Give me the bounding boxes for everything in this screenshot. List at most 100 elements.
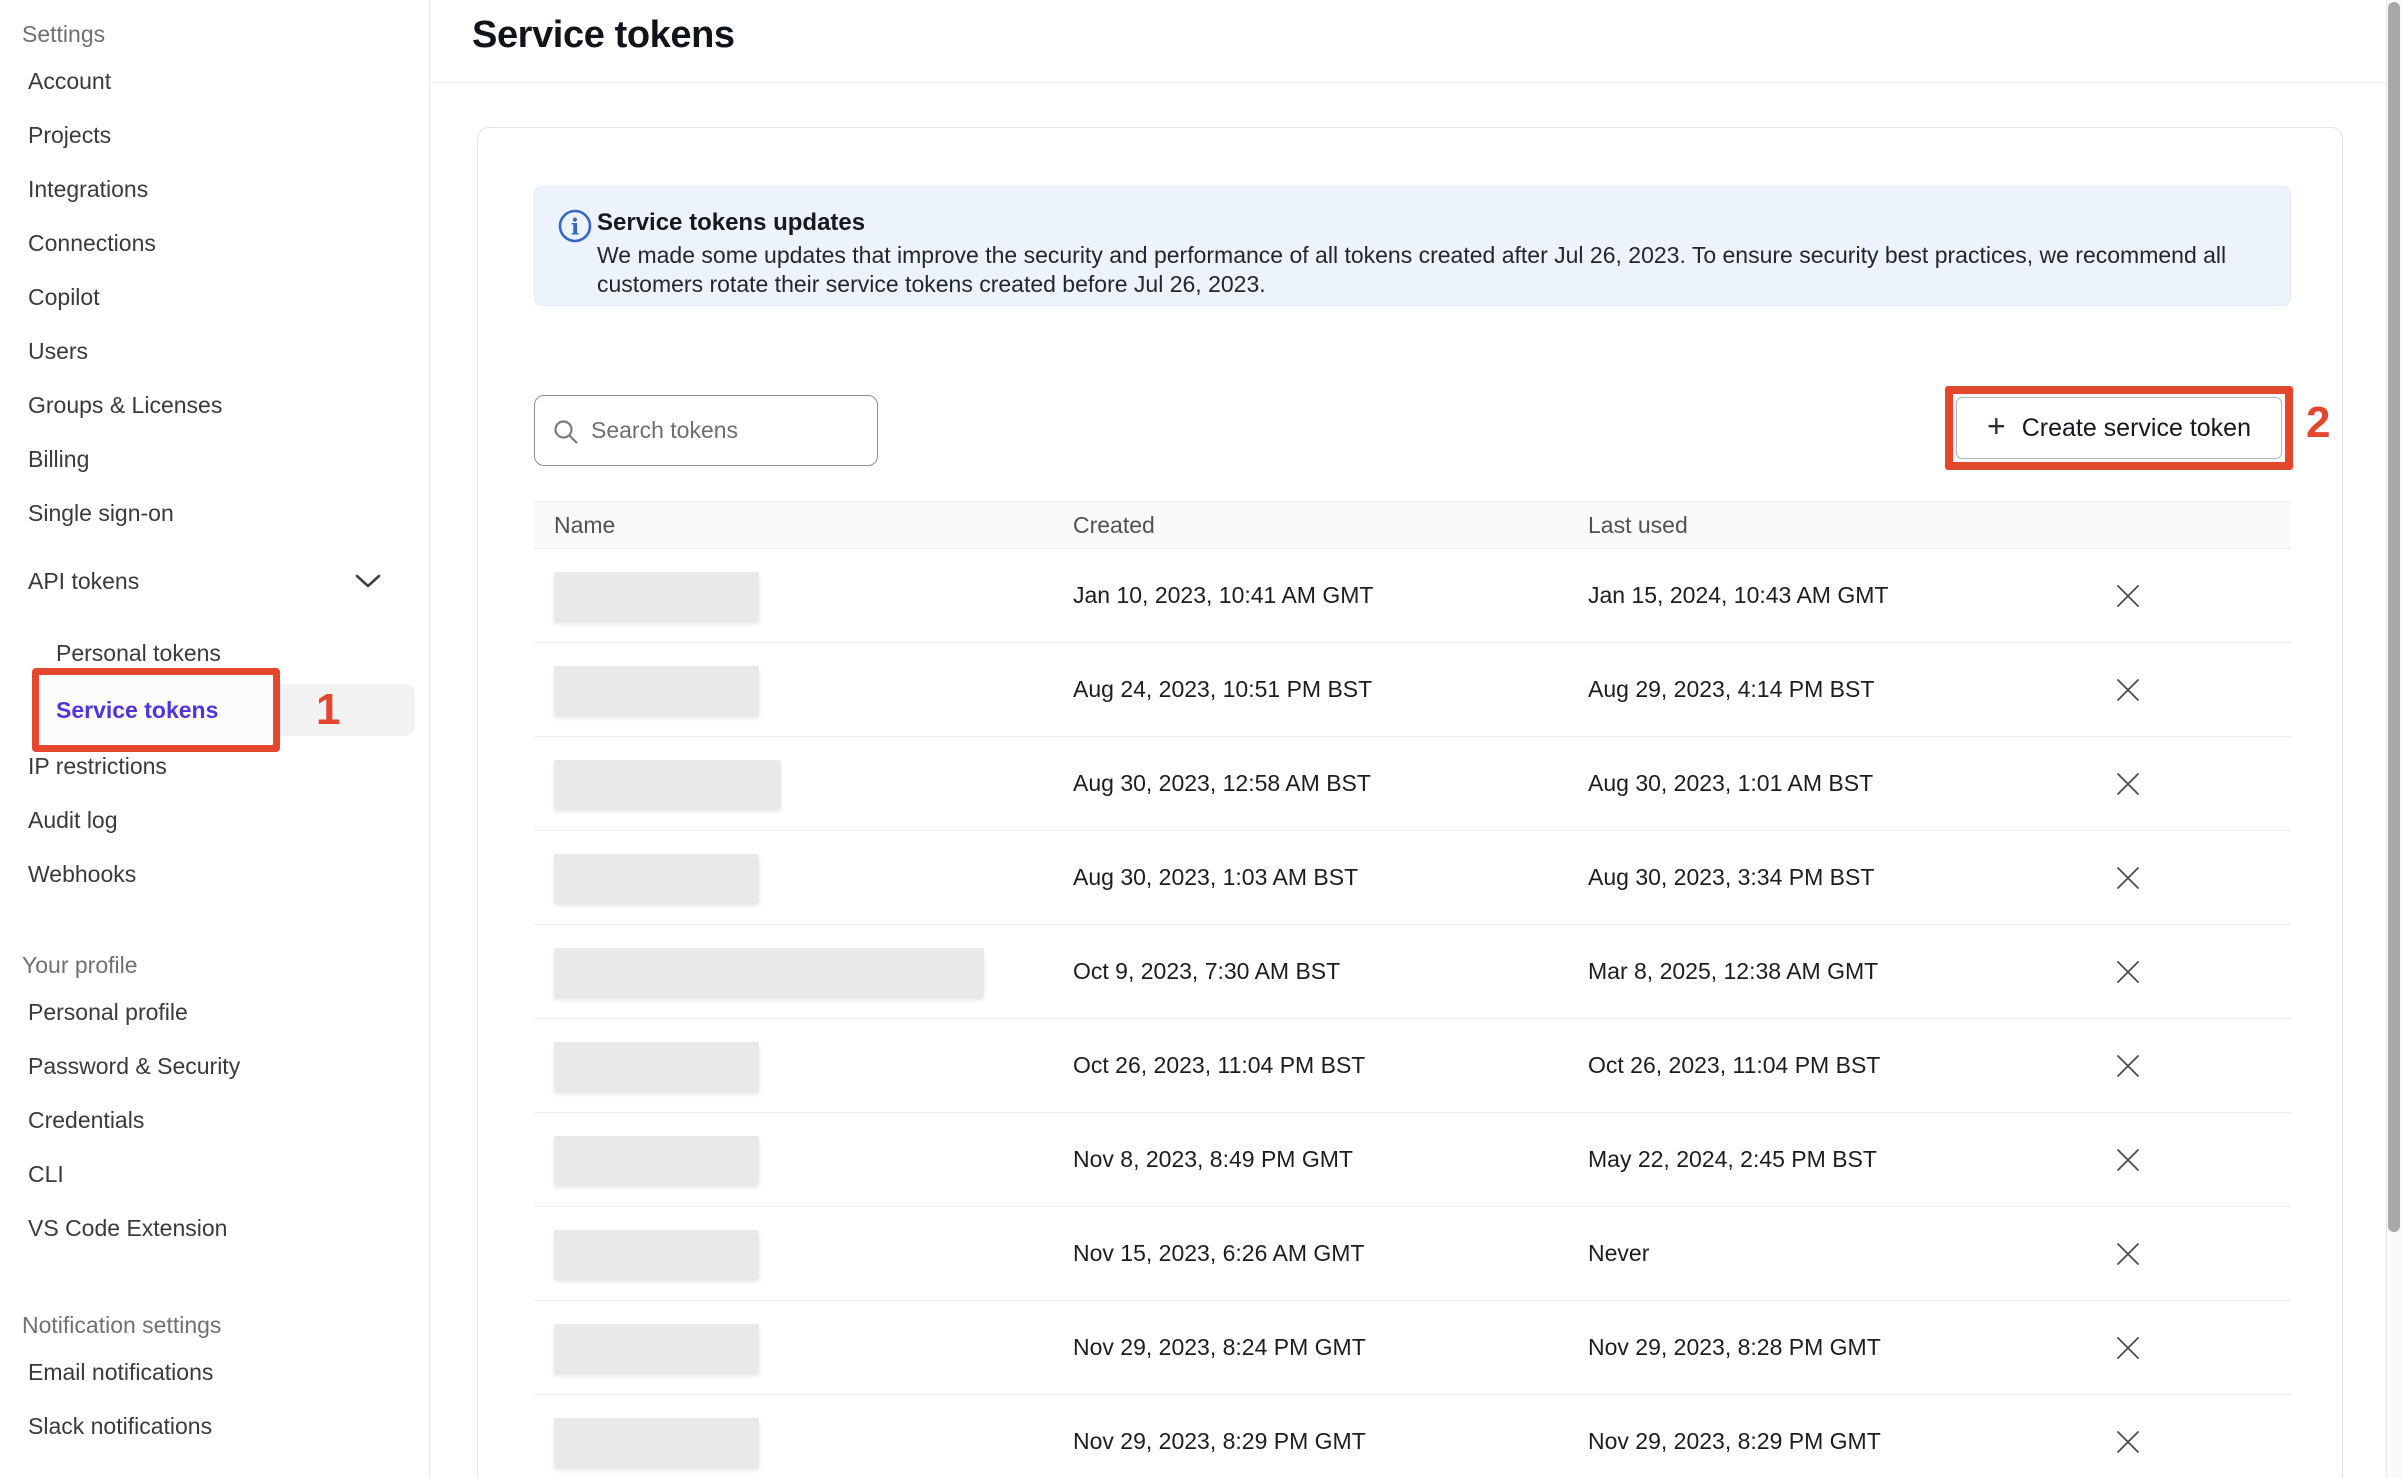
- chevron-down-icon: [355, 574, 381, 589]
- token-name-cell: [534, 1136, 1073, 1184]
- token-actions-cell: [2113, 1333, 2291, 1363]
- table-row: Aug 24, 2023, 10:51 PM BSTAug 29, 2023, …: [534, 643, 2291, 737]
- delete-token-button[interactable]: [2113, 863, 2143, 893]
- delete-token-button[interactable]: [2113, 675, 2143, 705]
- sidebar-item-credentials[interactable]: Credentials: [0, 1093, 429, 1147]
- token-created-cell: Aug 30, 2023, 1:03 AM BST: [1073, 864, 1588, 891]
- sidebar-item-groups-licenses[interactable]: Groups & Licenses: [0, 378, 429, 432]
- sidebar-item-projects[interactable]: Projects: [0, 108, 429, 162]
- token-created-cell: Nov 29, 2023, 8:29 PM GMT: [1073, 1428, 1588, 1455]
- sidebar-section-header-settings: Settings: [0, 14, 429, 54]
- sidebar-item-account[interactable]: Account: [0, 54, 429, 108]
- column-header-created: Created: [1073, 512, 1588, 539]
- table-row: Oct 9, 2023, 7:30 AM BSTMar 8, 2025, 12:…: [534, 925, 2291, 1019]
- header-divider: [431, 82, 2386, 83]
- annotation-box-step-2: + Create service token: [1945, 386, 2293, 470]
- token-name-cell: [534, 1230, 1073, 1278]
- sidebar-item-label: Projects: [28, 122, 111, 149]
- sidebar-item-label: Password & Security: [28, 1053, 240, 1080]
- sidebar-item-label: Groups & Licenses: [28, 392, 222, 419]
- sidebar-item-email-notifications[interactable]: Email notifications: [0, 1345, 429, 1399]
- banner-line-2: customers rotate their service tokens cr…: [597, 271, 1266, 297]
- table-row: Nov 15, 2023, 6:26 AM GMTNever: [534, 1207, 2291, 1301]
- delete-token-button[interactable]: [2113, 1145, 2143, 1175]
- token-actions-cell: [2113, 957, 2291, 987]
- tokens-table: Name Created Last used Jan 10, 2023, 10:…: [534, 501, 2291, 1478]
- search-input[interactable]: [591, 396, 867, 465]
- token-name-cell: [534, 666, 1073, 714]
- delete-token-button[interactable]: [2113, 957, 2143, 987]
- token-last-used-cell: Mar 8, 2025, 12:38 AM GMT: [1588, 958, 2113, 985]
- sidebar-item-slack-notifications[interactable]: Slack notifications: [0, 1399, 429, 1453]
- close-icon: [2114, 582, 2142, 610]
- close-icon: [2114, 770, 2142, 798]
- scrollbar-thumb[interactable]: [2388, 2, 2400, 1232]
- sidebar-item-copilot[interactable]: Copilot: [0, 270, 429, 324]
- close-icon: [2114, 1146, 2142, 1174]
- sidebar-section-header-notification-settings: Notification settings: [0, 1305, 429, 1345]
- sidebar-item-service-tokens[interactable]: 1Service tokens: [0, 682, 429, 739]
- token-created-cell: Nov 29, 2023, 8:24 PM GMT: [1073, 1334, 1588, 1361]
- sidebar-item-personal-profile[interactable]: Personal profile: [0, 985, 429, 1039]
- scrollbar-track[interactable]: [2386, 0, 2402, 1478]
- sidebar-item-password-security[interactable]: Password & Security: [0, 1039, 429, 1093]
- column-header-name: Name: [534, 512, 1073, 539]
- token-created-cell: Oct 9, 2023, 7:30 AM BST: [1073, 958, 1588, 985]
- sidebar-item-api-tokens[interactable]: API tokens: [0, 554, 429, 608]
- sidebar-item-integrations[interactable]: Integrations: [0, 162, 429, 216]
- column-header-last-used: Last used: [1588, 512, 2113, 539]
- redacted-token-name: [554, 1042, 759, 1090]
- banner-line-1: We made some updates that improve the se…: [597, 242, 2226, 268]
- delete-token-button[interactable]: [2113, 1333, 2143, 1363]
- redacted-token-name: [554, 666, 759, 714]
- plus-icon: +: [1987, 408, 2006, 445]
- redacted-token-name: [554, 854, 759, 902]
- redacted-token-name: [554, 1324, 759, 1372]
- sidebar-item-label: Users: [28, 338, 88, 365]
- table-row: Oct 26, 2023, 11:04 PM BSTOct 26, 2023, …: [534, 1019, 2291, 1113]
- sidebar-item-label: Credentials: [28, 1107, 144, 1134]
- redacted-token-name: [554, 1230, 759, 1278]
- token-last-used-cell: Never: [1588, 1240, 2113, 1267]
- search-icon: [551, 417, 581, 447]
- token-name-cell: [534, 1418, 1073, 1466]
- sidebar-item-connections[interactable]: Connections: [0, 216, 429, 270]
- redacted-token-name: [554, 948, 984, 996]
- sidebar-item-label: VS Code Extension: [28, 1215, 227, 1242]
- sidebar-item-single-sign-on[interactable]: Single sign-on: [0, 486, 429, 540]
- token-created-cell: Nov 8, 2023, 8:49 PM GMT: [1073, 1146, 1588, 1173]
- sidebar-item-label: Account: [28, 68, 111, 95]
- delete-token-button[interactable]: [2113, 581, 2143, 611]
- delete-token-button[interactable]: [2113, 1239, 2143, 1269]
- svg-text:i: i: [571, 215, 579, 241]
- create-service-token-button[interactable]: + Create service token: [1956, 397, 2282, 459]
- sidebar-item-label: Personal profile: [28, 999, 188, 1026]
- sidebar-item-label: Audit log: [28, 807, 118, 834]
- sidebar-item-audit-log[interactable]: Audit log: [0, 793, 429, 847]
- sidebar-item-label: Slack notifications: [28, 1413, 212, 1440]
- token-last-used-cell: Nov 29, 2023, 8:29 PM GMT: [1588, 1428, 2113, 1455]
- table-row: Nov 29, 2023, 8:24 PM GMTNov 29, 2023, 8…: [534, 1301, 2291, 1395]
- token-name-cell: [534, 760, 1073, 808]
- sidebar-item-vs-code-extension[interactable]: VS Code Extension: [0, 1201, 429, 1255]
- close-icon: [2114, 676, 2142, 704]
- token-last-used-cell: Nov 29, 2023, 8:28 PM GMT: [1588, 1334, 2113, 1361]
- delete-token-button[interactable]: [2113, 1051, 2143, 1081]
- sidebar-item-cli[interactable]: CLI: [0, 1147, 429, 1201]
- sidebar-item-webhooks[interactable]: Webhooks: [0, 847, 429, 901]
- table-row: Nov 29, 2023, 8:29 PM GMTNov 29, 2023, 8…: [534, 1395, 2291, 1478]
- sidebar-item-billing[interactable]: Billing: [0, 432, 429, 486]
- sidebar-item-users[interactable]: Users: [0, 324, 429, 378]
- info-icon: i: [557, 208, 593, 244]
- delete-token-button[interactable]: [2113, 769, 2143, 799]
- token-name-cell: [534, 1324, 1073, 1372]
- token-actions-cell: [2113, 863, 2291, 893]
- sidebar: Settings Account Projects Integrations Conne…: [0, 0, 430, 1478]
- sidebar-item-label: Integrations: [28, 176, 148, 203]
- table-row: Aug 30, 2023, 12:58 AM BSTAug 30, 2023, …: [534, 737, 2291, 831]
- token-name-cell: [534, 854, 1073, 902]
- banner-body: We made some updates that improve the se…: [597, 241, 2226, 299]
- close-icon: [2114, 1052, 2142, 1080]
- delete-token-button[interactable]: [2113, 1427, 2143, 1457]
- close-icon: [2114, 1334, 2142, 1362]
